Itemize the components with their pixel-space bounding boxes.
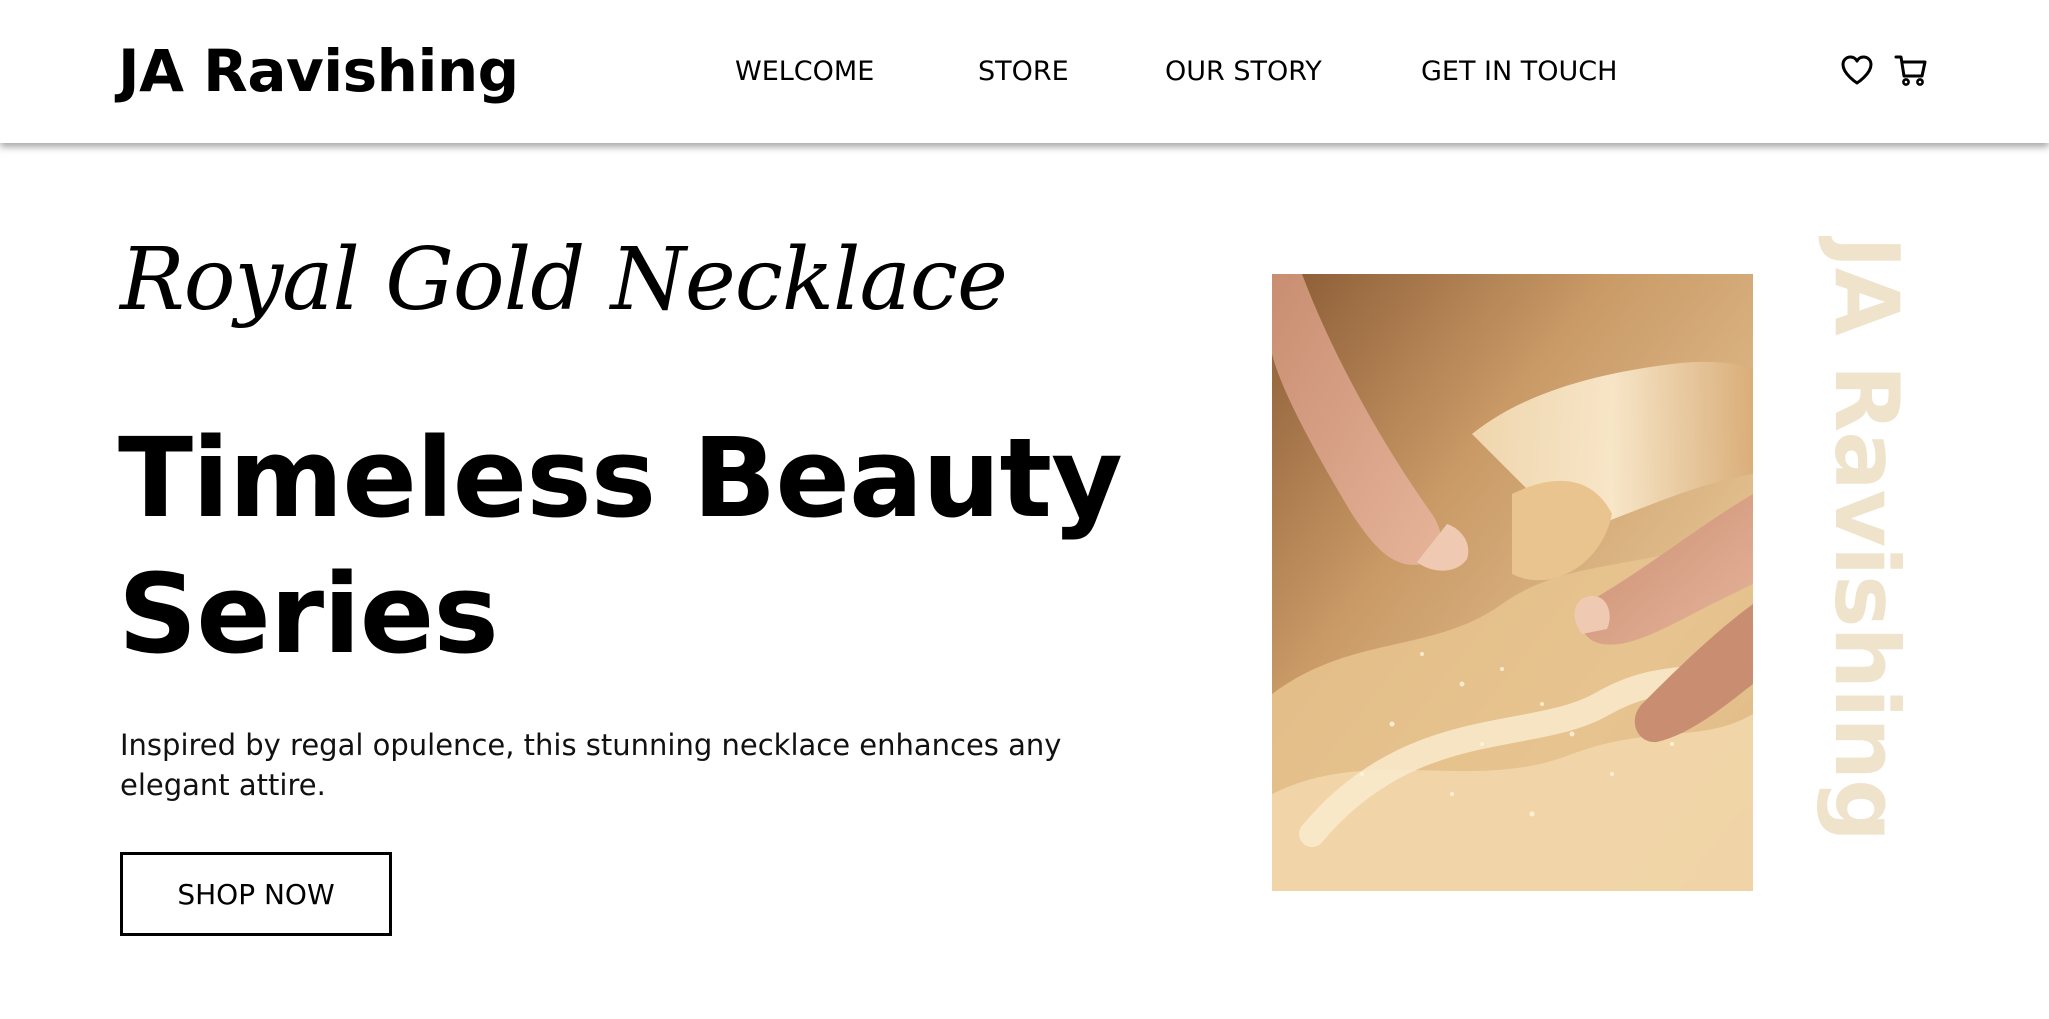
- vertical-brand-text: JA Ravishing: [1815, 236, 1918, 841]
- hero-product-image: [1272, 274, 1753, 891]
- cart-icon[interactable]: [1893, 52, 1929, 88]
- site-header: JA Ravishing WELCOME STORE OUR STORY GET…: [0, 0, 2049, 143]
- shop-now-button[interactable]: SHOP NOW: [120, 852, 392, 936]
- hero-headline-line-1: Timeless Beauty: [118, 414, 1123, 542]
- vertical-brand-watermark: JA Ravishing: [1810, 236, 1922, 926]
- nav-link-store[interactable]: STORE: [978, 54, 1069, 90]
- nav-link-welcome[interactable]: WELCOME: [735, 54, 874, 90]
- hero-headline-line-2: Series: [118, 550, 499, 678]
- heart-icon[interactable]: [1839, 52, 1875, 88]
- nav-link-our-story[interactable]: OUR STORY: [1165, 54, 1322, 90]
- hero-description: Inspired by regal opulence, this stunnin…: [120, 728, 1062, 802]
- brand-logo[interactable]: JA Ravishing: [118, 34, 519, 108]
- nav-link-get-in-touch[interactable]: GET IN TOUCH: [1421, 54, 1617, 90]
- hero-headline: Timeless Beauty Series: [118, 410, 1198, 682]
- product-script-title: Royal Gold Necklace: [120, 230, 1008, 330]
